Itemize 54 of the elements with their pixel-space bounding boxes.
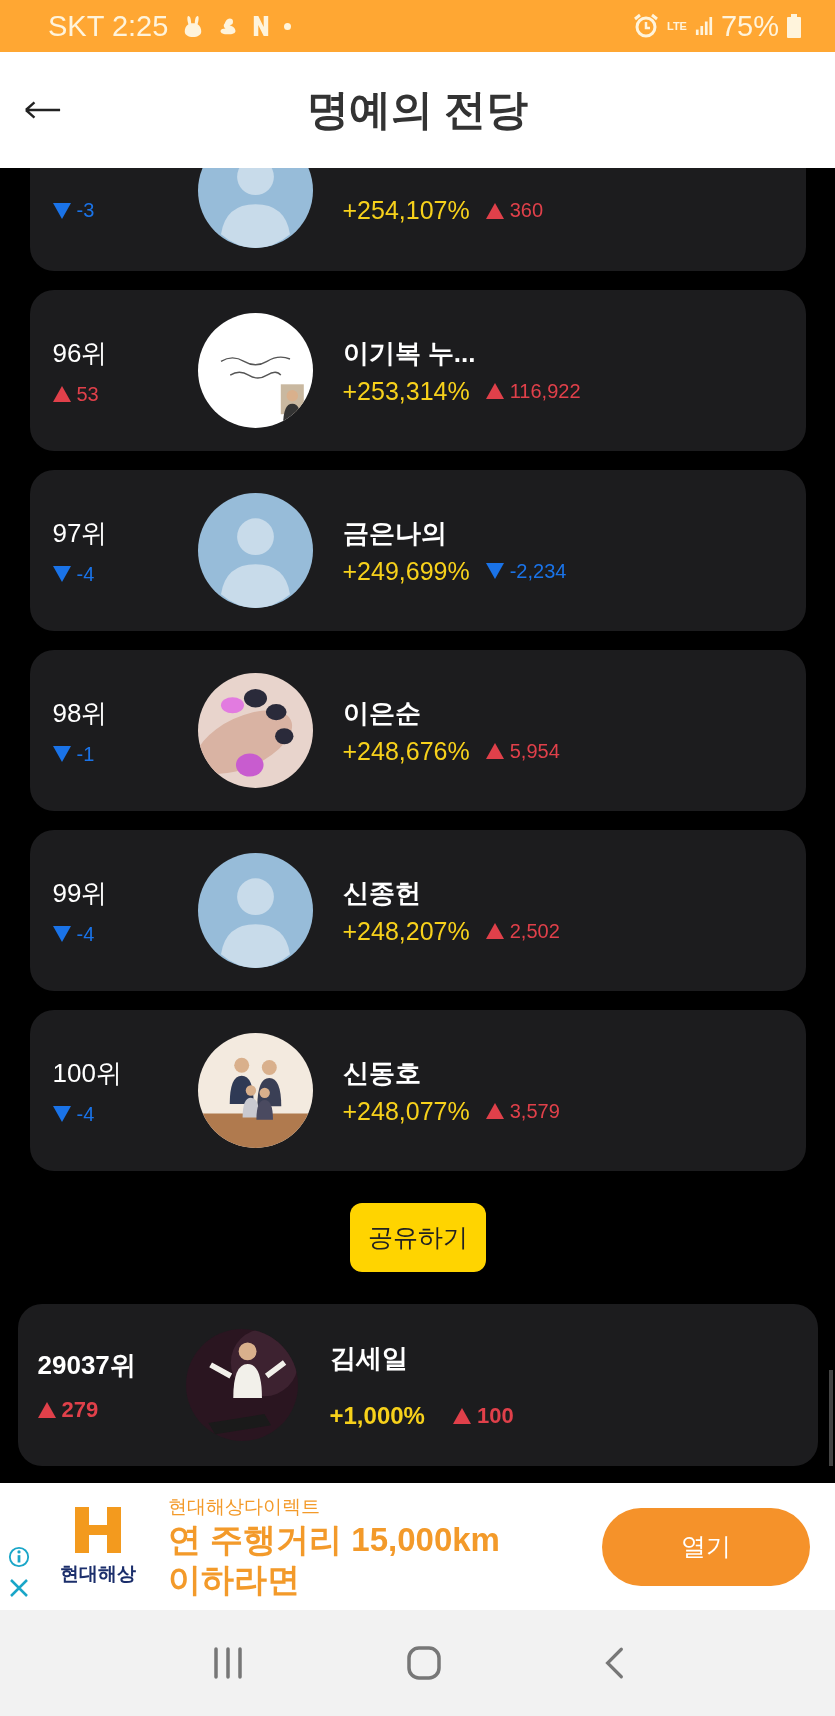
battery-icon (787, 14, 801, 38)
user-name: 이기복 누... (342, 336, 477, 370)
change-value: 2,502 (509, 919, 560, 943)
user-name: 신동호 (342, 1056, 422, 1090)
ad-headline: 연 주행거리 15,000km 이하라면 (168, 1519, 501, 1600)
change-value: -3 (76, 199, 95, 222)
brand-name: 현대해상 (60, 1561, 136, 1586)
sponsor-name: 현대해상다이렉트 (168, 1494, 321, 1519)
signal-icon (694, 15, 713, 37)
return-percent: +249,699% (342, 556, 470, 586)
back-arrow-icon[interactable] (24, 100, 62, 120)
rank-label: 97위 (52, 516, 109, 550)
n-logo-icon (252, 14, 271, 38)
rank-label: 29037위 (37, 1348, 137, 1382)
h-logo-icon (75, 1506, 121, 1553)
alarm-icon (633, 13, 659, 39)
home-icon[interactable] (405, 1645, 442, 1681)
rank-label: 96위 (52, 336, 109, 370)
default-avatar-icon (197, 853, 313, 968)
carrier-time: SKT 2:25 (48, 9, 169, 43)
share-button[interactable]: 공유하기 (349, 1203, 486, 1272)
user-name: 금은나의 (342, 516, 448, 550)
default-avatar-icon (197, 168, 313, 248)
dot-icon (284, 22, 292, 30)
change-value: 100 (476, 1402, 514, 1429)
default-avatar-icon (197, 493, 313, 608)
network-label: LTE (667, 20, 687, 32)
return-percent: +254,107% (342, 196, 470, 225)
return-percent: +248,077% (342, 1096, 470, 1126)
change-value: 5,954 (509, 739, 560, 763)
return-percent: +248,207% (342, 916, 470, 946)
close-icon[interactable] (9, 1577, 29, 1598)
change-value: -4 (76, 1102, 95, 1126)
change-value: -4 (76, 562, 95, 586)
rank-label: 100위 (52, 1056, 123, 1090)
user-name: 김세일 (329, 1341, 409, 1375)
rank-label: 99위 (52, 876, 109, 910)
battery-percent: 75% (720, 9, 779, 43)
info-icon[interactable] (8, 1545, 30, 1568)
change-value: 3,579 (509, 1099, 560, 1123)
return-percent: +253,314% (342, 376, 470, 406)
change-value: -2,234 (509, 559, 567, 583)
change-value: 360 (509, 199, 544, 222)
user-name: 신종헌 (342, 876, 422, 910)
change-value: -4 (76, 922, 95, 946)
change-value: 53 (76, 382, 99, 406)
rank-label: 98위 (52, 696, 109, 730)
change-value: 279 (61, 1396, 99, 1423)
change-value: 116,922 (509, 379, 581, 403)
return-percent: +248,676% (342, 736, 470, 766)
user-name: 이은순 (342, 696, 422, 730)
change-value: -1 (76, 742, 95, 766)
return-percent: +1,000% (329, 1401, 425, 1430)
page-title: 명예의 전당 (306, 85, 529, 135)
